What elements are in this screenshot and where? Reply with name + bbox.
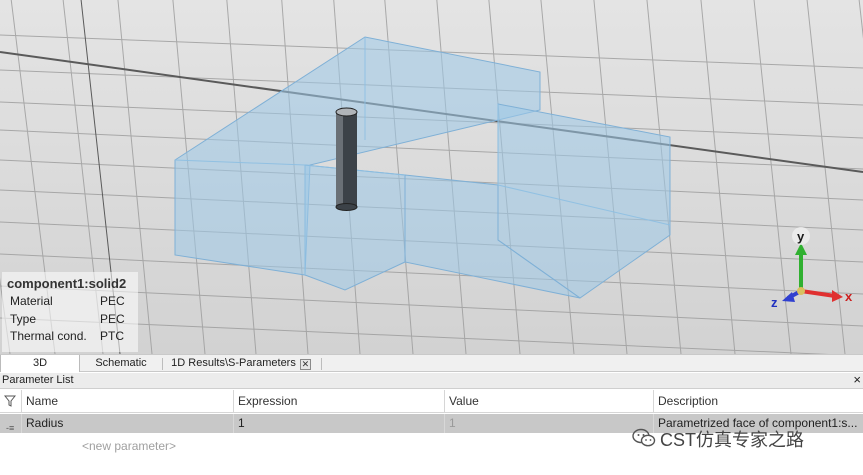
tab-separator — [162, 358, 163, 370]
column-header-name[interactable]: Name — [22, 390, 234, 413]
tab-3d[interactable]: 3D — [0, 355, 80, 372]
3d-viewport[interactable]: y x z component1:solid2 Material PEC Type… — [0, 0, 863, 354]
close-icon[interactable]: ✕ — [299, 359, 311, 370]
column-header-value[interactable]: Value — [445, 390, 654, 413]
info-value: PTC — [100, 329, 124, 343]
filter-column[interactable] — [0, 390, 22, 413]
parameter-list-title: Parameter List — [2, 374, 74, 386]
new-parameter-placeholder[interactable]: <new parameter> — [82, 439, 176, 453]
transparent-solid — [174, 36, 671, 299]
column-header-expression[interactable]: Expression — [234, 390, 445, 413]
cell-value: 1 — [445, 414, 654, 433]
parameter-list-header: Parameter List × — [0, 372, 863, 389]
column-header-description[interactable]: Description — [654, 390, 863, 413]
selection-title: component1:solid2 — [7, 276, 127, 291]
wechat-logo-icon — [632, 428, 656, 447]
info-value: PEC — [100, 294, 125, 308]
tab-s-parameters[interactable]: 1D Results\S-Parameters ✕ — [166, 355, 316, 372]
y-axis-label: y — [797, 229, 805, 244]
selection-info-panel: component1:solid2 Material PEC Type PEC Th… — [2, 272, 138, 352]
info-row-material: Material PEC — [10, 294, 125, 308]
table-header: Name Expression Value Description — [0, 390, 863, 413]
watermark-text: CST仿真专家之路 — [660, 430, 804, 450]
cell-name[interactable]: Radius — [22, 414, 234, 433]
tab-separator — [321, 358, 322, 370]
info-key: Type — [10, 312, 37, 326]
filter-icon[interactable] — [4, 395, 16, 407]
pec-pin[interactable] — [335, 107, 358, 211]
info-key: Thermal cond. — [10, 329, 87, 343]
tab-s-parameters-label: 1D Results\S-Parameters — [171, 357, 296, 369]
view-tab-bar: 3D Schematic 1D Results\S-Parameters ✕ — [0, 354, 863, 372]
info-row-thermal: Thermal cond. PTC — [10, 329, 124, 343]
close-icon[interactable]: × — [853, 372, 861, 387]
x-axis-label: x — [845, 289, 853, 304]
cst-window: y x z component1:solid2 Material PEC Type… — [0, 0, 863, 475]
tab-schematic[interactable]: Schematic — [84, 355, 158, 372]
z-axis-label: z — [771, 295, 778, 310]
info-row-type: Type PEC — [10, 312, 125, 326]
axes-triad: y x z — [771, 227, 853, 310]
cell-expression[interactable]: 1 — [234, 414, 445, 433]
info-key: Material — [10, 294, 53, 308]
info-value: PEC — [100, 312, 125, 326]
row-marker-cell: -≡ — [0, 414, 22, 433]
row-marker-icon: -≡ — [6, 423, 15, 433]
